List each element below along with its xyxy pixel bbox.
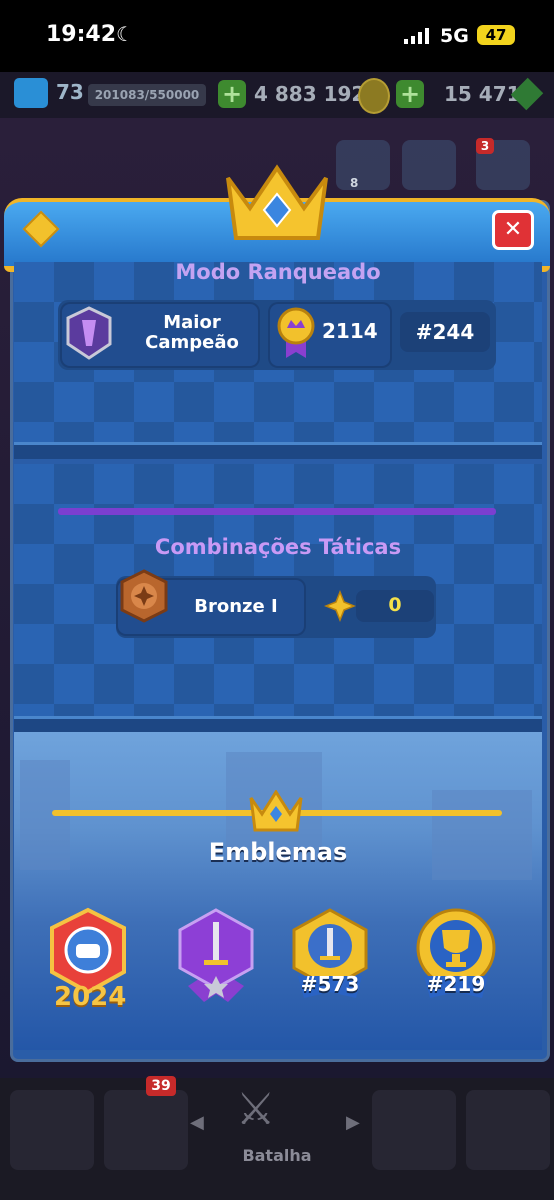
left-arrow-icon[interactable]: ◀ xyxy=(190,1112,204,1133)
season-year: 2024 xyxy=(54,982,127,1012)
nav-shop[interactable] xyxy=(10,1090,94,1170)
star-icon xyxy=(324,590,356,622)
gems-amount: 15 471 xyxy=(444,82,521,106)
gold-coin-icon xyxy=(358,78,390,114)
crown-icon xyxy=(249,790,303,832)
clock: 19:42 xyxy=(46,22,117,47)
player-level: 73 xyxy=(56,80,84,104)
champion-league-icon xyxy=(66,306,112,360)
news-button[interactable] xyxy=(402,140,456,190)
ranked-title: Modo Ranqueado xyxy=(175,260,381,284)
moon-icon: ☾ xyxy=(116,22,134,46)
crossed-swords-icon[interactable]: ⚔ xyxy=(236,1084,275,1135)
tactics-divider-line xyxy=(58,508,496,515)
nav-clan[interactable] xyxy=(372,1090,456,1170)
close-button[interactable]: ✕ xyxy=(492,210,534,250)
crown-icon xyxy=(226,164,328,240)
xp-bar: 201083/550000 xyxy=(88,84,206,106)
medal-icon xyxy=(277,307,315,358)
league-label: Maior Campeão xyxy=(145,312,239,353)
tactics-title: Combinações Táticas xyxy=(154,535,402,559)
network-type: 5G xyxy=(440,25,469,47)
cards-badge: 39 xyxy=(146,1076,176,1096)
tactics-league-label: Bronze I xyxy=(194,596,278,617)
emblems-title: Emblemas xyxy=(208,838,348,866)
add-gold-button[interactable]: + xyxy=(218,80,246,108)
badge-rank: #219 xyxy=(426,972,486,996)
section-divider xyxy=(14,716,542,733)
right-arrow-icon[interactable]: ▶ xyxy=(346,1112,360,1133)
level-icon xyxy=(14,78,48,108)
trophy-count: 2114 xyxy=(322,319,378,343)
nav-battle-label: Batalha xyxy=(242,1146,312,1165)
nav-events[interactable] xyxy=(466,1090,550,1170)
nav-cards[interactable] xyxy=(104,1090,188,1170)
friends-count: 8 xyxy=(350,176,359,190)
battery-icon: 47 xyxy=(477,25,515,45)
news-badge: 3 xyxy=(476,138,494,154)
sword-purple-badge[interactable] xyxy=(168,906,264,1006)
purple-sword-icon xyxy=(178,908,254,1002)
ranking-position: #244 xyxy=(400,312,490,352)
tactics-points: 0 xyxy=(388,594,402,616)
bronze-league-icon xyxy=(120,569,168,623)
gold-amount: 4 883 192 xyxy=(254,82,366,106)
badge-rank: #573 xyxy=(300,972,360,996)
castle-tower xyxy=(432,790,532,880)
friends-button[interactable] xyxy=(336,140,390,190)
section-divider xyxy=(14,442,542,459)
signal-icon xyxy=(404,28,429,44)
add-gems-button[interactable]: + xyxy=(396,80,424,108)
